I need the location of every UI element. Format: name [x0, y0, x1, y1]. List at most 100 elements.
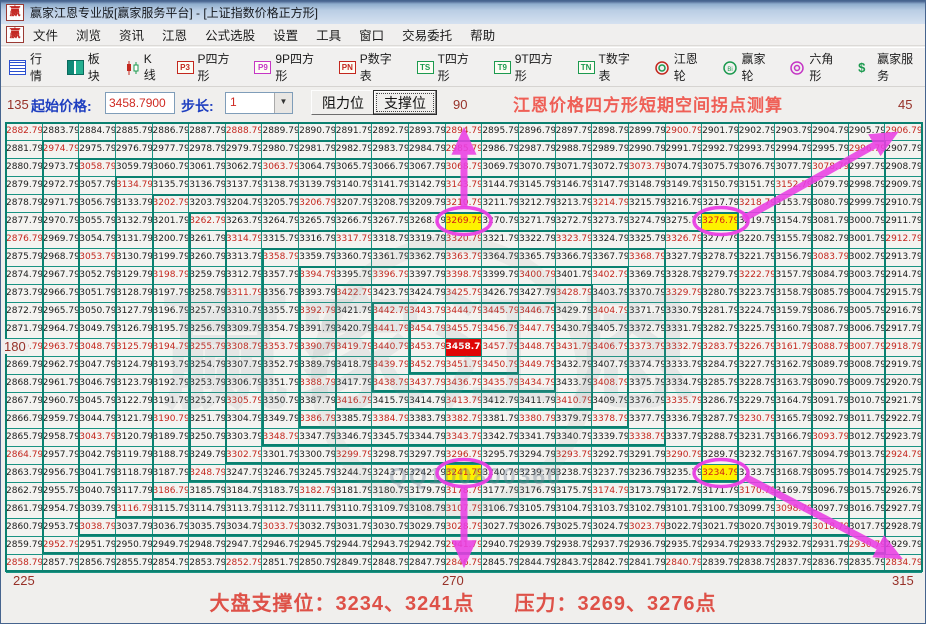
grid-cell: 2892.79 [372, 123, 410, 141]
grid-cell: 2890.79 [299, 123, 336, 141]
grid-cell: 3245.79 [299, 465, 336, 483]
gann-price-square-grid: 2882.79 2883.79 2884.79 2885.79 2886.79 2887.… [5, 122, 923, 573]
chevron-down-icon[interactable]: ▼ [274, 93, 292, 113]
grid-cell: 2987.79 [518, 141, 556, 159]
toolbar-button-行情[interactable]: 行情 [9, 50, 54, 84]
grid-cell: 3043.79 [79, 429, 116, 447]
toolbar-label: K线 [143, 51, 156, 82]
grid-cell: 3432.79 [555, 357, 593, 375]
toolbar-button-9T四方形[interactable]: T9 9T四方形 [493, 50, 565, 84]
grid-cell: 3337.79 [665, 429, 703, 447]
grid-cell: 3439.79 [372, 357, 410, 375]
grid-cell: 2919.79 [885, 357, 922, 375]
menu-item-资讯[interactable]: 资讯 [110, 27, 153, 45]
grid-cell: 2936.79 [628, 537, 666, 555]
grid-cell: 3168.79 [775, 465, 813, 483]
toolbar-label: P四方形 [197, 52, 230, 83]
toolbar-button-T数字表[interactable]: TN T数字表 [577, 50, 642, 84]
toolbar-button-赢家服务[interactable]: $ 赢家服务 [858, 50, 925, 84]
grid-cell: 2930.79 [848, 537, 886, 555]
menu-item-工具[interactable]: 工具 [307, 27, 350, 45]
grid-cell: 3282.79 [702, 321, 739, 339]
toolbar-button-P数字表[interactable]: PN P数字表 [338, 50, 404, 84]
grid-cell: 2897.79 [555, 123, 593, 141]
grid-cell: 2913.79 [885, 249, 922, 267]
controls-row: 135 起始价格: 步长: 1 ▼ 阻力位 支撑位 90 江恩价格四方形短期空间… [1, 89, 925, 121]
angle-label-45: 45 [898, 97, 913, 112]
support-button[interactable]: 支撑位 [373, 90, 437, 115]
grid-cell: 2842.79 [592, 555, 629, 573]
grid-cell: 2835.79 [848, 555, 886, 573]
grid-cell: 3263.79 [225, 213, 263, 231]
grid-cell: 2951.79 [79, 537, 116, 555]
start-price-input[interactable] [105, 92, 175, 114]
grid-cell: 3374.79 [628, 357, 666, 375]
toolbar-button-K线[interactable]: K线 [125, 52, 164, 83]
grid-cell: 3319.79 [409, 231, 446, 249]
grid-cell: 3064.79 [299, 159, 336, 177]
grid-cell: 3000.79 [848, 213, 886, 231]
grid-cell: 3035.79 [189, 519, 226, 537]
grid-cell: 3347.79 [299, 429, 336, 447]
grid-cell: 3208.79 [372, 195, 410, 213]
grid-cell: 3389.79 [299, 357, 336, 375]
grid-cell: 3362.79 [409, 249, 446, 267]
grid-cell: 3327.79 [665, 249, 703, 267]
grid-cell: 3036.79 [152, 519, 190, 537]
step-select[interactable]: 1 ▼ [225, 92, 293, 114]
grid-cell: 2945.79 [299, 537, 336, 555]
grid-cell: 2839.79 [702, 555, 739, 573]
menu-item-交易委托[interactable]: 交易委托 [393, 27, 461, 45]
grid-cell: 2972.79 [42, 177, 80, 195]
grid-cell: 3251.79 [189, 411, 226, 429]
toolbar-button-T四方形[interactable]: TS T四方形 [416, 50, 481, 84]
grid-cell: 3456.79 [482, 321, 519, 339]
toolbar-button-赢家轮[interactable]: Bi 赢家轮 [722, 50, 778, 84]
grid-cell: 3018.79 [812, 519, 849, 537]
menu-item-设置[interactable]: 设置 [264, 27, 307, 45]
grid-cell: 3212.79 [518, 195, 556, 213]
grid-cell: 2966.79 [42, 285, 80, 303]
grid-cell: 3180.79 [372, 483, 410, 501]
grid-cell: 3244.79 [335, 465, 373, 483]
grid-cell: 3394.79 [299, 267, 336, 285]
grid-cell: 3111.79 [299, 501, 336, 519]
menu-item-公式选股[interactable]: 公式选股 [196, 27, 264, 45]
support-levels-text: 大盘支撑位：3234、3241点 [209, 593, 475, 615]
grid-cell: 2949.79 [152, 537, 190, 555]
menu-item-帮助[interactable]: 帮助 [461, 27, 504, 45]
grid-cell: 2921.79 [885, 393, 922, 411]
grid-cell: 2935.79 [665, 537, 703, 555]
grid-cell: 3372.79 [628, 321, 666, 339]
toolbar-button-9P四方形[interactable]: P9 9P四方形 [254, 50, 325, 84]
grid-cell: 3250.79 [189, 429, 226, 447]
grid-cell: 2882.79 [6, 123, 43, 141]
menu-item-文件[interactable]: 文件 [24, 27, 67, 45]
grid-cell: 2981.79 [299, 141, 336, 159]
grid-cell: 3016.79 [848, 501, 886, 519]
grid-cell: 3331.79 [665, 321, 703, 339]
grid-cell: 3102.79 [628, 501, 666, 519]
grid-cell: 2995.79 [812, 141, 849, 159]
toolbar-button-板块[interactable]: 板块 [66, 50, 112, 84]
grid-cell: 2941.79 [445, 537, 483, 555]
toolbar-button-六角形[interactable]: 六角形 [790, 50, 845, 84]
grid-cell: 2903.79 [775, 123, 813, 141]
page-heading: 江恩价格四方形短期空间拐点测算 [513, 96, 783, 115]
grid-cell: 3272.79 [555, 213, 593, 231]
menu-item-浏览[interactable]: 浏览 [67, 27, 110, 45]
grid-cell: 2924.79 [885, 447, 922, 465]
toolbar-button-江恩轮[interactable]: 江恩轮 [654, 50, 710, 84]
resistance-button[interactable]: 阻力位 [311, 90, 375, 115]
grid-cell: 3457.79 [482, 339, 519, 357]
grid-cell: 3334.79 [665, 375, 703, 393]
grid-cell: 2850.79 [299, 555, 336, 573]
grid-cell: 3409.79 [592, 393, 629, 411]
toolbar-button-P四方形[interactable]: P3 P四方形 [176, 50, 242, 84]
grid-cell: 2908.79 [885, 159, 922, 177]
menu-item-窗口[interactable]: 窗口 [350, 27, 393, 45]
grid-cell: 3167.79 [775, 447, 813, 465]
grid-cell: 2956.79 [42, 465, 80, 483]
grid-cell: 3028.79 [445, 519, 483, 537]
menu-item-江恩[interactable]: 江恩 [153, 27, 196, 45]
